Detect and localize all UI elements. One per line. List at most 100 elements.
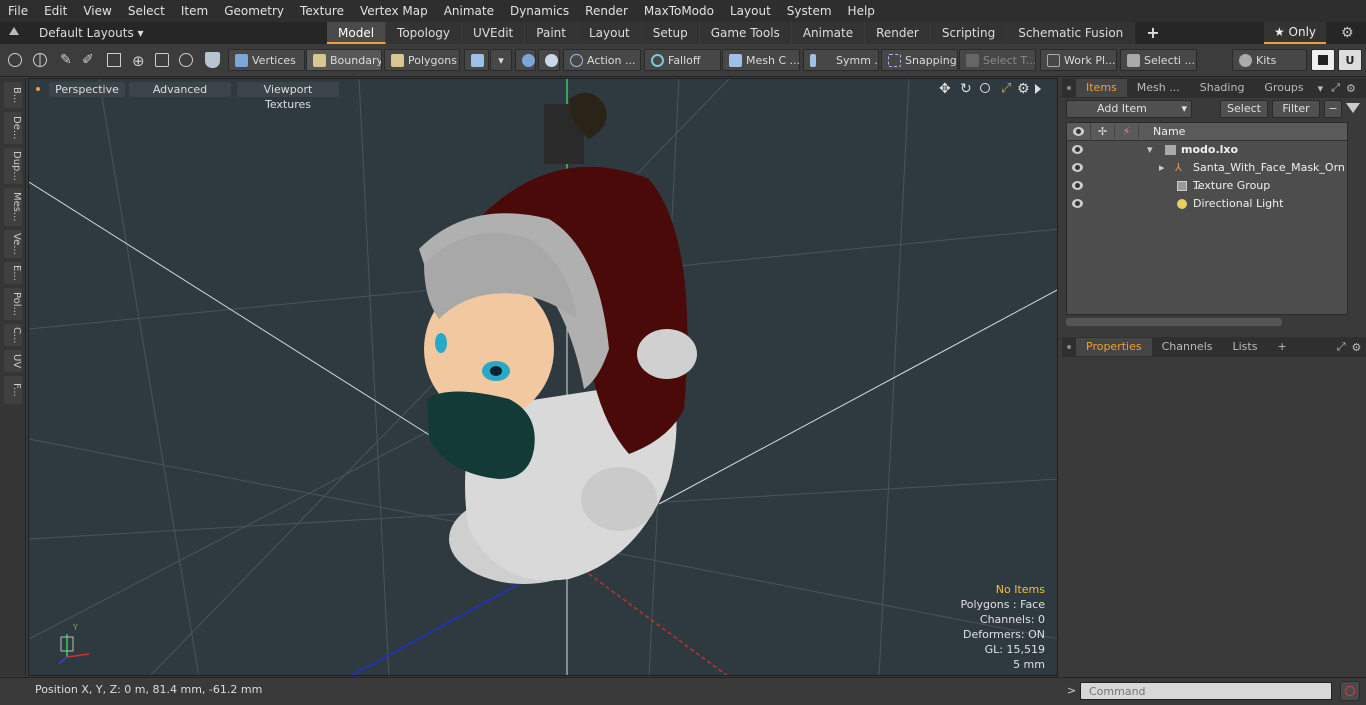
tab-uvedit[interactable]: UVEdit	[462, 22, 526, 44]
expand-arrow-icon[interactable]: ▸	[1159, 159, 1165, 177]
visibility-eye-icon[interactable]	[1072, 145, 1083, 154]
3d-viewport[interactable]: Y Perspective Advanced Viewport Textures…	[28, 78, 1058, 676]
only-toggle[interactable]: ★ Only	[1264, 22, 1326, 44]
tab-scripting[interactable]: Scripting	[930, 22, 1008, 44]
timer-icon[interactable]	[179, 53, 193, 67]
gear-icon[interactable]: ⚙	[1341, 26, 1354, 40]
left-tab-basic[interactable]: B...	[4, 82, 22, 108]
left-tab-curve[interactable]: C...	[4, 324, 22, 346]
viewport-settings-icon[interactable]: ⚙	[1017, 81, 1030, 97]
unity-button[interactable]	[1311, 49, 1335, 71]
layout-preset-dropdown[interactable]: Default Layouts ▾	[39, 22, 144, 44]
work-plane-button[interactable]: Work Pl...	[1040, 49, 1117, 71]
zoom-icon[interactable]	[980, 83, 990, 93]
menu-vertex-map[interactable]: Vertex Map	[352, 0, 436, 22]
menu-dynamics[interactable]: Dynamics	[502, 0, 577, 22]
tab-animate[interactable]: Animate	[791, 22, 866, 44]
select-through-button[interactable]: Select T...	[959, 49, 1036, 71]
santa-ornament-model[interactable]	[419, 92, 697, 584]
items-horizontal-scrollbar[interactable]	[1066, 318, 1282, 326]
perspective-dropdown[interactable]: Perspective	[49, 82, 125, 97]
filter-button[interactable]: Filter	[1272, 100, 1320, 118]
rotate-icon[interactable]: ↻	[960, 81, 972, 97]
name-column-header[interactable]: Name	[1139, 125, 1185, 138]
select-mode-circle-icon[interactable]	[8, 53, 22, 67]
visibility-eye-icon[interactable]	[1072, 181, 1083, 190]
tab-properties[interactable]: Properties	[1076, 338, 1152, 356]
add-props-tab-button[interactable]: +	[1267, 338, 1296, 356]
tab-paint[interactable]: Paint	[525, 22, 578, 44]
tree-row-texture-group[interactable]: Texture Group	[1067, 177, 1347, 195]
visibility-column-icon[interactable]	[1067, 122, 1091, 141]
snap-toggle-a[interactable]	[515, 49, 536, 71]
menu-item[interactable]: Item	[173, 0, 216, 22]
funnel-icon[interactable]	[1346, 103, 1360, 113]
tab-game-tools[interactable]: Game Tools	[699, 22, 792, 44]
tab-shading[interactable]: Shading	[1190, 79, 1255, 97]
left-tab-fusion[interactable]: F...	[4, 376, 22, 404]
visibility-eye-icon[interactable]	[1072, 163, 1083, 172]
kits-button[interactable]: Kits	[1232, 49, 1307, 71]
pan-icon[interactable]: ✥	[939, 81, 951, 97]
menu-edit[interactable]: Edit	[36, 0, 75, 22]
menu-render[interactable]: Render	[577, 0, 636, 22]
type-column-icon[interactable]: ⚡	[1115, 125, 1139, 138]
snap-toggle-b[interactable]	[538, 49, 560, 71]
tab-topology[interactable]: Topology	[386, 22, 463, 44]
menu-help[interactable]: Help	[840, 0, 883, 22]
menu-select[interactable]: Select	[120, 0, 173, 22]
left-tab-edge[interactable]: E...	[4, 262, 22, 284]
items-tabs-dropdown-icon[interactable]: ▾	[1318, 82, 1324, 95]
tab-items[interactable]: Items	[1076, 79, 1127, 97]
items-panel-gear-icon[interactable]: ⚙	[1346, 82, 1356, 95]
left-tab-mesh-edit[interactable]: Mes...	[4, 188, 22, 226]
add-tab-button[interactable]: +	[1135, 22, 1170, 44]
viewport-textures-dropdown[interactable]: Viewport Textures	[237, 82, 339, 111]
tree-row-santa-mesh[interactable]: ▸ ⅄ Santa_With_Face_Mask_Orn ...	[1067, 159, 1347, 192]
select-button[interactable]: Select	[1220, 100, 1268, 118]
viewport-expand-arrow-icon[interactable]	[1035, 84, 1041, 94]
globe-icon[interactable]	[33, 53, 47, 67]
visibility-eye-icon[interactable]	[1072, 199, 1083, 208]
symmetry-button[interactable]: Symm ...	[803, 49, 879, 71]
tab-setup[interactable]: Setup	[641, 22, 700, 44]
menu-file[interactable]: File	[0, 0, 36, 22]
polygons-button[interactable]: Polygons	[384, 49, 460, 71]
menu-geometry[interactable]: Geometry	[216, 0, 292, 22]
menu-texture[interactable]: Texture	[292, 0, 352, 22]
props-panel-gear-icon[interactable]: ⚙	[1352, 341, 1362, 354]
frame-icon[interactable]	[155, 53, 169, 67]
tab-mesh[interactable]: Mesh ...	[1127, 79, 1190, 97]
selection-sets-button[interactable]: Selecti ...	[1120, 49, 1197, 71]
tree-row-modo-lxo[interactable]: ▾ modo.lxo	[1067, 141, 1347, 159]
tab-schematic-fusion[interactable]: Schematic Fusion	[1007, 22, 1136, 44]
props-panel-menu-dot[interactable]	[1062, 338, 1076, 356]
left-tab-polygon[interactable]: Pol...	[4, 288, 22, 320]
vertices-button[interactable]: Vertices	[228, 49, 305, 71]
boundary-button[interactable]: Boundary	[306, 49, 382, 71]
expand-arrow-icon[interactable]: ▾	[1147, 141, 1153, 159]
tab-channels[interactable]: Channels	[1152, 338, 1223, 356]
left-tab-deform[interactable]: De...	[4, 112, 22, 144]
menu-system[interactable]: System	[779, 0, 840, 22]
lock-column-icon[interactable]: ✢	[1091, 125, 1115, 138]
maximize-icon[interactable]: ⤢	[1001, 81, 1011, 96]
left-tab-vertex[interactable]: Ve...	[4, 230, 22, 258]
menu-animate[interactable]: Animate	[436, 0, 502, 22]
menu-view[interactable]: View	[75, 0, 119, 22]
tab-layout[interactable]: Layout	[577, 22, 642, 44]
pen-icon[interactable]: ✎	[60, 52, 72, 68]
brush-icon[interactable]: ✐	[82, 52, 94, 68]
tab-model[interactable]: Model	[327, 22, 387, 44]
tab-groups[interactable]: Groups	[1254, 79, 1313, 97]
advanced-dropdown[interactable]: Advanced	[129, 82, 231, 97]
left-tab-duplicate[interactable]: Dup...	[4, 148, 22, 184]
left-tab-uv[interactable]: UV	[4, 350, 22, 372]
mesh-constraint-button[interactable]: Mesh C ...	[722, 49, 800, 71]
record-macro-icon[interactable]	[1340, 681, 1360, 701]
snapping-button[interactable]: Snapping	[881, 49, 958, 71]
shield-icon[interactable]	[205, 52, 220, 68]
falloff-button[interactable]: Falloff	[644, 49, 721, 71]
item-mode-button[interactable]	[464, 49, 489, 71]
menu-maxtomodo[interactable]: MaxToModo	[636, 0, 722, 22]
